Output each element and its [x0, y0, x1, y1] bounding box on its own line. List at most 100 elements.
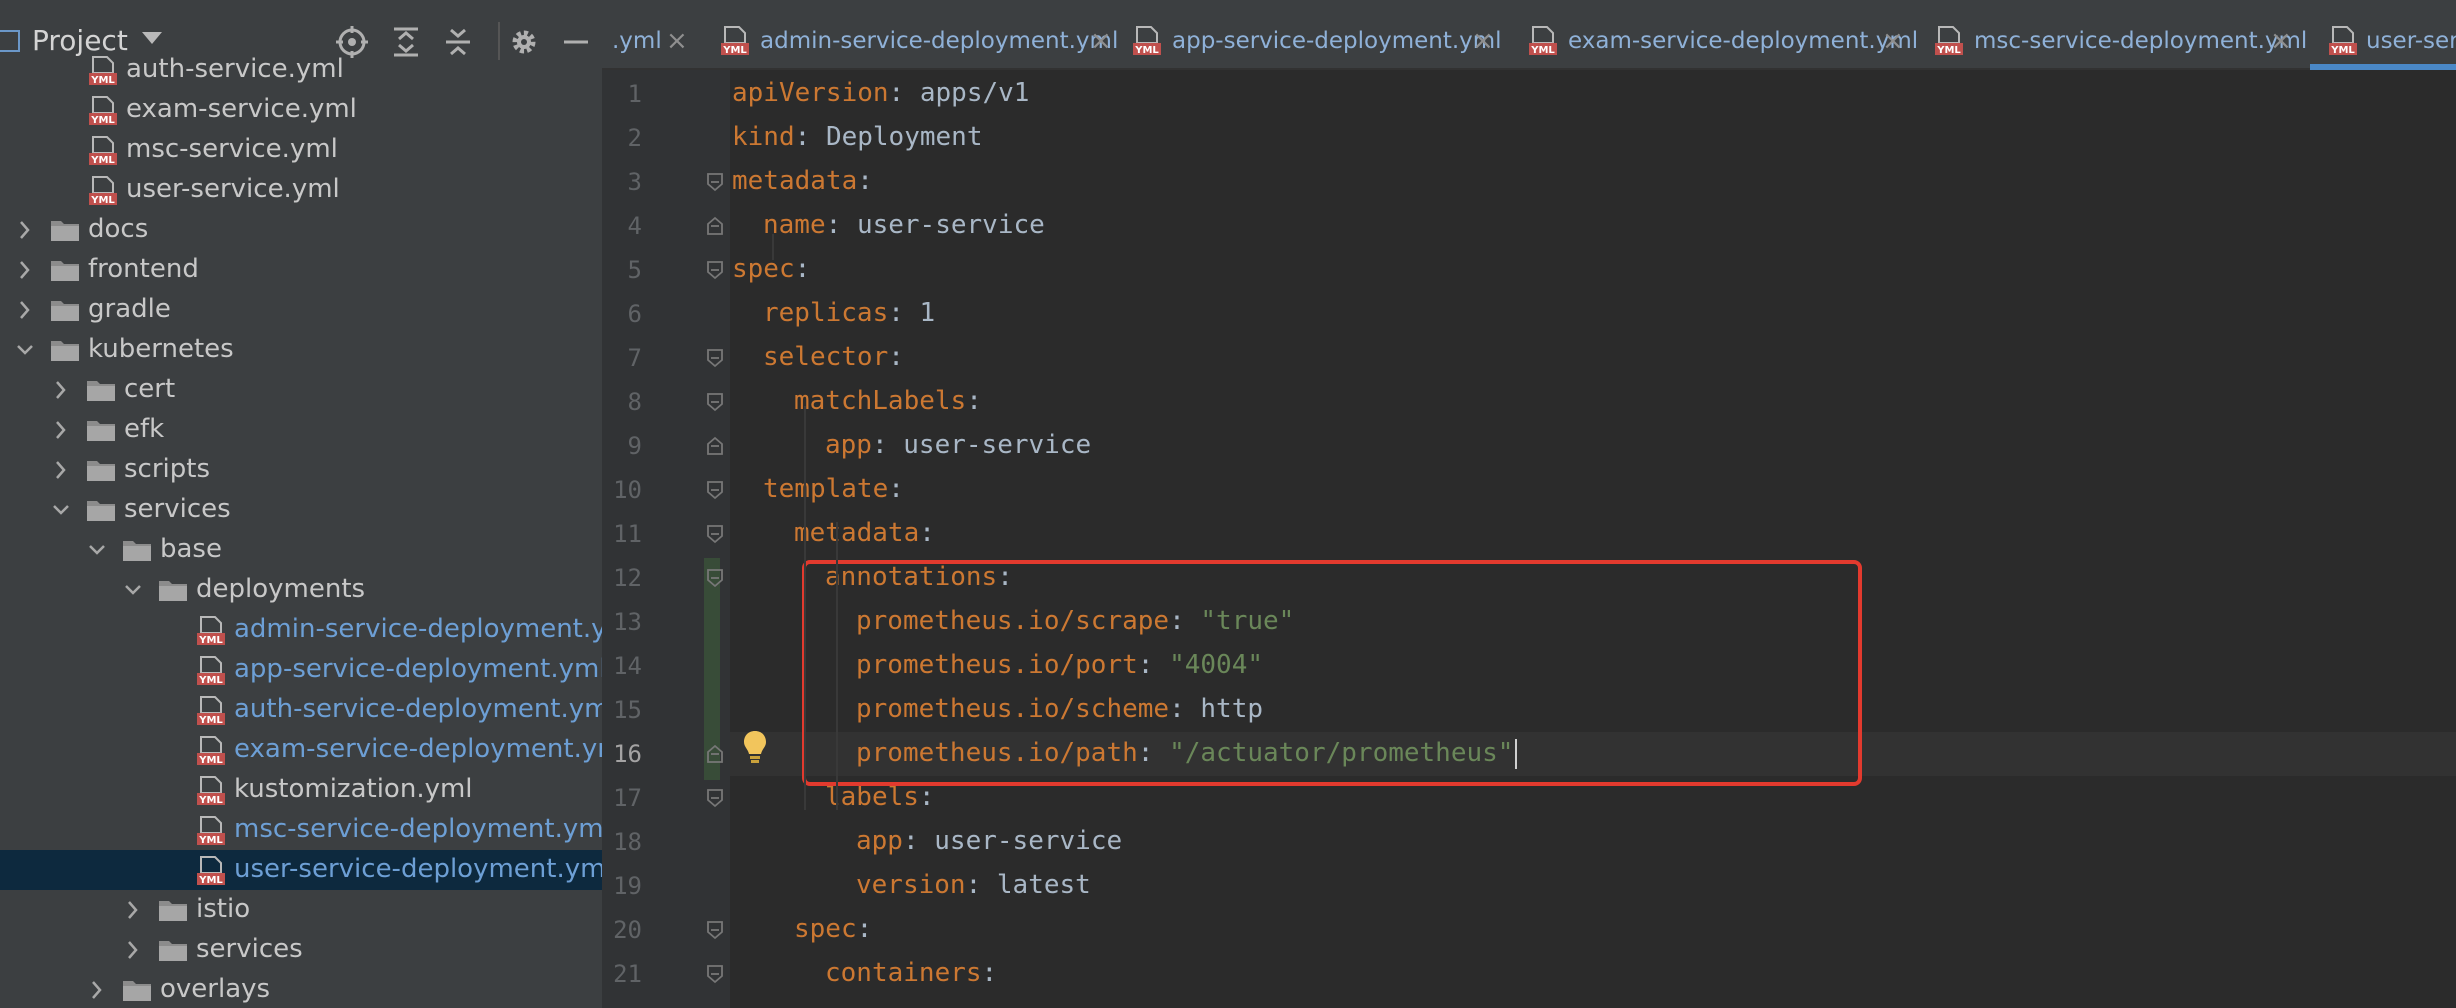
close-icon[interactable]: × [666, 26, 688, 56]
yaml-colon: : [981, 958, 998, 988]
tree-file-row[interactable]: YML exam-service-deployment.yml [0, 730, 602, 770]
code-line[interactable]: kind: Deployment [732, 122, 982, 166]
code-line[interactable]: name: user-service [763, 210, 1045, 254]
fold-marker-icon[interactable] [706, 480, 724, 500]
lightbulb-icon[interactable] [742, 730, 768, 764]
fold-marker-icon[interactable] [706, 392, 724, 412]
fold-marker-icon[interactable] [706, 920, 724, 940]
chevron-right-icon[interactable] [122, 898, 144, 922]
svg-text:YML: YML [198, 835, 223, 846]
fold-marker-icon[interactable] [706, 788, 724, 808]
yaml-key: matchLabels [794, 386, 967, 416]
tree-folder-row[interactable]: frontend [0, 250, 602, 290]
tab-label: .yml [612, 28, 662, 54]
chevron-down-icon[interactable] [122, 578, 144, 602]
code-line[interactable]: labels: [825, 782, 935, 826]
tree-folder-row[interactable]: gradle [0, 290, 602, 330]
tree-file-row[interactable]: YML auth-service.yml [0, 50, 602, 90]
fold-marker-icon[interactable] [706, 348, 724, 368]
tree-folder-row[interactable]: efk [0, 410, 602, 450]
tree-folder-row[interactable]: deployments [0, 570, 602, 610]
fold-marker-icon[interactable] [706, 260, 724, 280]
fold-end-icon[interactable] [706, 436, 724, 456]
tree-item-label: user-service.yml [126, 174, 340, 204]
svg-text:YML: YML [198, 755, 223, 766]
yaml-colon: : [856, 914, 873, 944]
tree-folder-row[interactable]: services [0, 930, 602, 970]
chevron-right-icon[interactable] [14, 298, 36, 322]
fold-end-icon[interactable] [706, 744, 724, 764]
yaml-colon: : [888, 342, 904, 372]
chevron-down-icon[interactable] [142, 32, 162, 44]
close-icon[interactable]: × [2270, 26, 2292, 56]
chevron-right-icon[interactable] [50, 378, 72, 402]
yaml-value: Deployment [825, 122, 983, 152]
tree-item-label: cert [124, 374, 176, 404]
chevron-down-icon[interactable] [50, 498, 72, 522]
chevron-right-icon[interactable] [14, 218, 36, 242]
yml-file-icon: YML [196, 856, 226, 886]
tree-folder-row[interactable]: base [0, 530, 602, 570]
tree-file-row[interactable]: YML app-service-deployment.yml [0, 650, 602, 690]
yaml-value: user-service [903, 430, 1092, 460]
close-icon[interactable]: × [1882, 26, 1904, 56]
chevron-right-icon[interactable] [86, 978, 108, 1002]
chevron-right-icon[interactable] [122, 938, 144, 962]
chevron-right-icon[interactable] [50, 458, 72, 482]
line-number: 20 [613, 916, 642, 944]
fold-marker-icon[interactable] [706, 524, 724, 544]
chevron-down-icon[interactable] [14, 338, 36, 362]
code-line[interactable]: matchLabels: [794, 386, 982, 430]
tree-file-row[interactable]: YML msc-service-deployment.yml [0, 810, 602, 850]
yaml-key: selector [763, 342, 889, 372]
code-line[interactable]: metadata: [794, 518, 935, 562]
fold-marker-icon[interactable] [706, 964, 724, 984]
yaml-key: labels [825, 782, 919, 812]
code-line[interactable]: template: [763, 474, 904, 518]
editor-tab[interactable]: YML user-serv [2318, 0, 2456, 68]
tree-file-row[interactable]: YML kustomization.yml [0, 770, 602, 810]
tree-folder-row[interactable]: kubernetes [0, 330, 602, 370]
chevron-right-icon[interactable] [50, 418, 72, 442]
tree-folder-row[interactable]: istio [0, 890, 602, 930]
tree-file-row[interactable]: YML user-service-deployment.yml [0, 850, 602, 890]
code-line[interactable]: app: user-service [856, 826, 1122, 870]
tree-file-row[interactable]: YML auth-service-deployment.yml [0, 690, 602, 730]
code-line[interactable]: replicas: 1 [763, 298, 935, 342]
tree-file-row[interactable]: YML exam-service.yml [0, 90, 602, 130]
editor-tab[interactable]: YML msc-service-deployment.yml × [1924, 0, 2344, 68]
editor-tab[interactable]: YML app-service-deployment.yml × [1122, 0, 1542, 68]
tree-folder-row[interactable]: cert [0, 370, 602, 410]
code-line[interactable]: apiVersion: apps/v1 [732, 78, 1029, 122]
chevron-down-icon[interactable] [86, 538, 108, 562]
chevron-right-icon[interactable] [14, 258, 36, 282]
svg-text:YML: YML [198, 795, 223, 806]
code-line[interactable]: app: user-service [825, 430, 1091, 474]
code-line[interactable]: version: latest [856, 870, 1091, 914]
fold-marker-icon[interactable] [706, 568, 724, 588]
yaml-colon: : [918, 782, 935, 812]
editor-tab[interactable]: YML admin-service-deployment.yml × [710, 0, 1130, 68]
code-line[interactable]: spec: [732, 254, 810, 298]
code-line[interactable]: selector: [763, 342, 904, 386]
fold-marker-icon[interactable] [706, 172, 724, 192]
line-number: 6 [627, 300, 642, 328]
yml-file-icon: YML [196, 776, 226, 806]
tree-file-row[interactable]: YML msc-service.yml [0, 130, 602, 170]
close-icon[interactable]: × [1090, 26, 1112, 56]
line-number: 8 [627, 388, 642, 416]
code-line[interactable]: containers: [825, 958, 997, 1002]
tree-folder-row[interactable]: scripts [0, 450, 602, 490]
tree-folder-row[interactable]: overlays [0, 970, 602, 1008]
tree-folder-row[interactable]: services [0, 490, 602, 530]
tree-file-row[interactable]: YML admin-service-deployment.yml [0, 610, 602, 650]
close-icon[interactable]: × [1472, 26, 1494, 56]
annotation-highlight-box [802, 560, 1862, 786]
fold-end-icon[interactable] [706, 216, 724, 236]
code-line[interactable]: metadata: [732, 166, 873, 210]
editor-tab[interactable]: YML exam-service-deployment.yml × [1518, 0, 1938, 68]
tree-folder-row[interactable]: docs [0, 210, 602, 250]
indent-guide [804, 406, 806, 810]
tree-file-row[interactable]: YML user-service.yml [0, 170, 602, 210]
code-line[interactable]: spec: [794, 914, 872, 958]
